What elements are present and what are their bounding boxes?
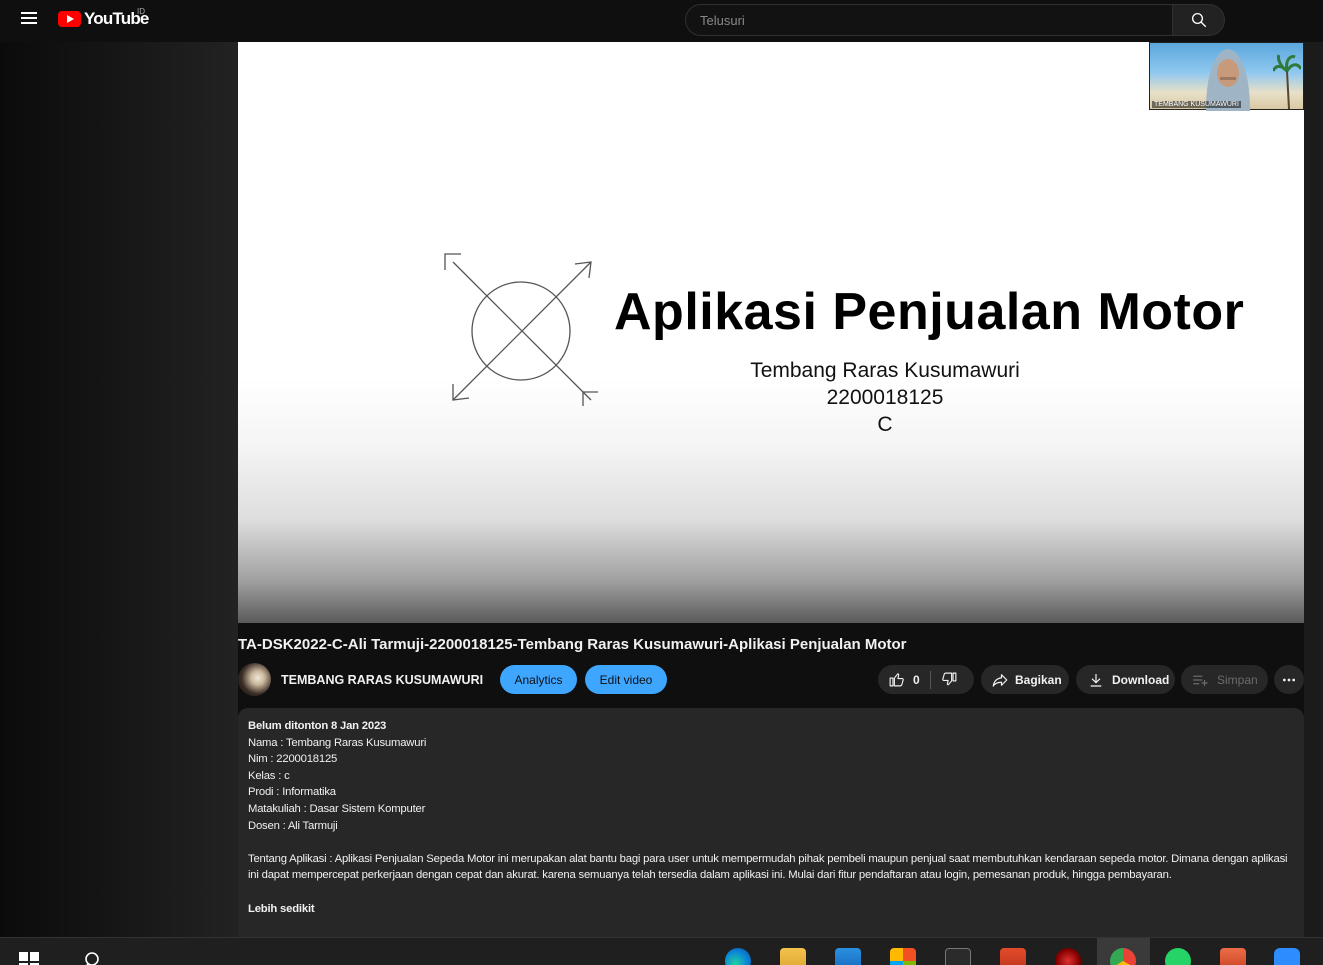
desc-line-lecturer: Dosen : Ali Tarmuji: [248, 819, 338, 832]
save-button[interactable]: Simpan: [1181, 665, 1268, 694]
desc-line-name: Nama : Tembang Raras Kusumawuri: [248, 736, 427, 749]
search-bar: [685, 4, 1225, 36]
thumbs-down-icon: [942, 672, 957, 686]
download-label: Download: [1112, 672, 1170, 687]
search-icon[interactable]: [83, 951, 103, 965]
edit-video-button[interactable]: Edit video: [585, 665, 667, 694]
edge-icon[interactable]: [725, 948, 751, 965]
search-input[interactable]: [685, 4, 1173, 36]
desc-line-course: Matakuliah : Dasar Sistem Komputer: [248, 802, 426, 815]
more-horizontal-icon: [1283, 678, 1295, 681]
more-actions-button[interactable]: [1274, 665, 1304, 694]
slide-title: Aplikasi Penjualan Motor: [614, 283, 1245, 341]
menu-icon[interactable]: [18, 9, 40, 31]
region-code: ID: [137, 7, 145, 16]
ambient-right: [1304, 42, 1323, 937]
desc-spacer: [248, 884, 1294, 901]
share-label: Bagikan: [1015, 672, 1062, 687]
video-player[interactable]: Aplikasi Penjualan Motor Tembang Raras K…: [238, 42, 1304, 623]
channel-name[interactable]: TEMBANG RARAS KUSUMAWURI: [281, 673, 483, 687]
dislike-button[interactable]: [931, 671, 958, 688]
desc-line-prodi: Prodi : Informatika: [248, 786, 336, 799]
powerpoint-icon[interactable]: [1220, 948, 1246, 965]
app-red-icon[interactable]: [1055, 948, 1081, 965]
channel-avatar[interactable]: [238, 663, 271, 696]
youtube-logo[interactable]: YouTube: [58, 9, 149, 29]
webcam-label: TEMBANG KUSUMAWURI: [1152, 101, 1241, 108]
desc-line-nim: Nim : 2200018125: [248, 753, 338, 766]
desc-about: Tentang Aplikasi : Aplikasi Penjualan Se…: [248, 852, 1288, 882]
playlist-add-icon: [1193, 675, 1208, 686]
slide-name: Tembang Raras Kusumawuri: [750, 359, 1020, 382]
windows-start-icon[interactable]: [19, 952, 39, 965]
desc-spacer: [248, 834, 1294, 851]
share-button[interactable]: Bagikan: [981, 665, 1069, 694]
download-icon: [1090, 673, 1102, 687]
whatsapp-icon[interactable]: [1165, 948, 1191, 965]
view-date-meta: Belum ditonton 8 Jan 2023: [248, 720, 387, 732]
slide-nim: 2200018125: [826, 386, 944, 409]
like-dislike-group: 0: [878, 665, 974, 694]
masthead: YouTube ID: [0, 0, 1323, 42]
save-label: Simpan: [1217, 672, 1258, 687]
like-count: 0: [913, 672, 920, 687]
ambient-left: [0, 42, 238, 937]
like-button[interactable]: 0: [878, 671, 930, 688]
description-box[interactable]: Belum ditonton 8 Jan 2023 Nama : Tembang…: [238, 708, 1304, 948]
download-button[interactable]: Download: [1076, 665, 1175, 694]
video-title: TA-DSK2022-C-Ali Tarmuji-2200018125-Temb…: [238, 636, 907, 653]
search-icon: [1191, 12, 1206, 28]
owner-actions-row: TEMBANG RARAS KUSUMAWURI Analytics Edit …: [238, 663, 1304, 697]
mail-icon[interactable]: [835, 948, 861, 965]
file-explorer-icon[interactable]: [780, 948, 806, 965]
office-icon[interactable]: [1000, 948, 1026, 965]
share-icon: [992, 673, 1008, 687]
slide-class: C: [877, 413, 893, 436]
palm-tree-icon: [1273, 54, 1301, 109]
zoom-icon[interactable]: [1274, 948, 1300, 965]
windows-taskbar: [0, 937, 1323, 965]
terminal-icon[interactable]: [945, 948, 971, 965]
store-icon[interactable]: [890, 948, 916, 965]
slide-logo-graphic: [444, 253, 598, 406]
webcam-overlay: TEMBANG KUSUMAWURI: [1149, 42, 1304, 111]
analytics-button[interactable]: Analytics: [500, 665, 577, 694]
youtube-play-icon: [58, 11, 81, 27]
search-button[interactable]: [1173, 4, 1225, 36]
show-less-button[interactable]: Lebih sedikit: [248, 901, 1294, 918]
thumbs-up-icon: [889, 673, 904, 687]
desc-line-class: Kelas : c: [248, 769, 290, 782]
